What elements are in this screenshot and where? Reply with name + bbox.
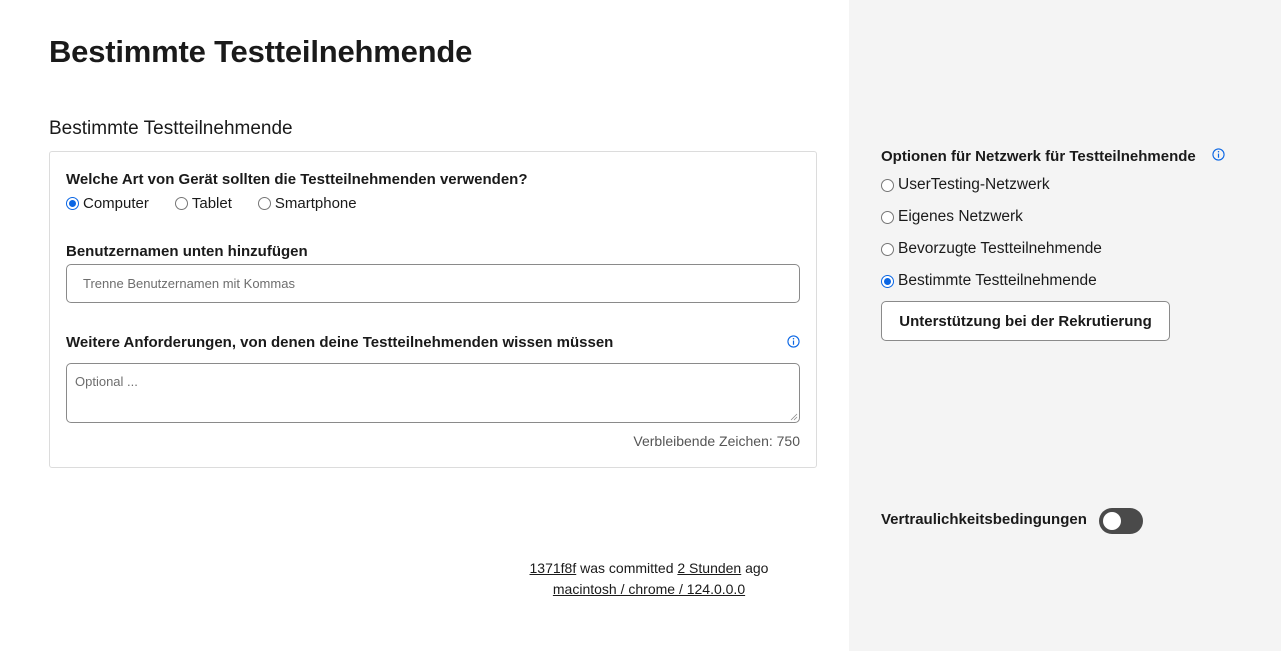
device-radio-group: Computer Tablet Smartphone xyxy=(66,195,383,212)
environment-info: macintosh / chrome / 124.0.0.0 xyxy=(449,581,849,597)
network-option-usertesting[interactable]: UserTesting-Netzwerk xyxy=(881,176,1050,194)
committed-text: was committed xyxy=(580,560,674,576)
network-option-label: Bevorzugte Testteilnehmende xyxy=(898,240,1102,257)
network-option-label: Eigenes Netzwerk xyxy=(898,208,1023,225)
device-option-smartphone[interactable]: Smartphone xyxy=(257,195,357,212)
requirements-textarea[interactable] xyxy=(66,363,800,423)
info-icon[interactable] xyxy=(787,335,800,348)
radio-specific[interactable] xyxy=(881,274,894,288)
confidentiality-label: Vertraulichkeitsbedingungen xyxy=(881,511,1087,528)
device-option-label: Computer xyxy=(83,195,149,212)
device-option-label: Tablet xyxy=(191,195,232,212)
network-options-title: Optionen für Netzwerk für Testteilnehmen… xyxy=(881,148,1196,165)
device-option-tablet[interactable]: Tablet xyxy=(174,195,232,212)
usernames-input[interactable] xyxy=(66,264,800,303)
confidentiality-toggle[interactable] xyxy=(1099,508,1143,534)
toggle-knob xyxy=(1103,512,1121,530)
radio-own-network[interactable] xyxy=(881,210,894,224)
ago-text: ago xyxy=(745,560,769,576)
page-title: Bestimmte Testteilnehmende xyxy=(49,34,473,69)
remaining-characters: Verbleibende Zeichen: 750 xyxy=(633,433,800,449)
device-option-label: Smartphone xyxy=(274,195,357,212)
resize-grip-icon[interactable] xyxy=(790,413,798,421)
section-title: Bestimmte Testteilnehmende xyxy=(49,118,293,139)
sidebar: Optionen für Netzwerk für Testteilnehmen… xyxy=(849,0,1281,651)
recruitment-support-button[interactable]: Unterstützung bei der Rekrutierung xyxy=(881,301,1170,341)
network-option-own[interactable]: Eigenes Netzwerk xyxy=(881,208,1023,226)
commit-time-link[interactable]: 2 Stunden xyxy=(677,560,741,576)
device-question: Welche Art von Gerät sollten die Testtei… xyxy=(66,171,528,188)
network-option-label: Bestimmte Testteilnehmende xyxy=(898,272,1097,289)
commit-hash-link[interactable]: 1371f8f xyxy=(530,560,577,576)
usernames-label: Benutzernamen unten hinzufügen xyxy=(66,243,308,260)
network-options-heading: Optionen für Netzwerk für Testteilnehmen… xyxy=(881,148,1196,165)
network-option-preferred[interactable]: Bevorzugte Testteilnehmende xyxy=(881,240,1102,258)
radio-tablet[interactable] xyxy=(174,197,188,210)
radio-preferred[interactable] xyxy=(881,242,894,256)
device-option-computer[interactable]: Computer xyxy=(66,195,149,212)
network-option-specific[interactable]: Bestimmte Testteilnehmende xyxy=(881,272,1097,290)
network-option-label: UserTesting-Netzwerk xyxy=(898,176,1050,193)
main-panel: Bestimmte Testteilnehmende Bestimmte Tes… xyxy=(0,0,849,651)
environment-link[interactable]: macintosh / chrome / 124.0.0.0 xyxy=(553,581,745,597)
radio-smartphone[interactable] xyxy=(257,197,271,210)
commit-info: 1371f8f was committed 2 Stunden ago xyxy=(449,560,849,576)
info-icon[interactable] xyxy=(1212,148,1225,161)
radio-computer[interactable] xyxy=(66,197,79,210)
radio-usertesting[interactable] xyxy=(881,178,894,192)
requirements-label: Weitere Anforderungen, von denen deine T… xyxy=(66,334,614,351)
participants-card: Welche Art von Gerät sollten die Testtei… xyxy=(49,151,817,468)
